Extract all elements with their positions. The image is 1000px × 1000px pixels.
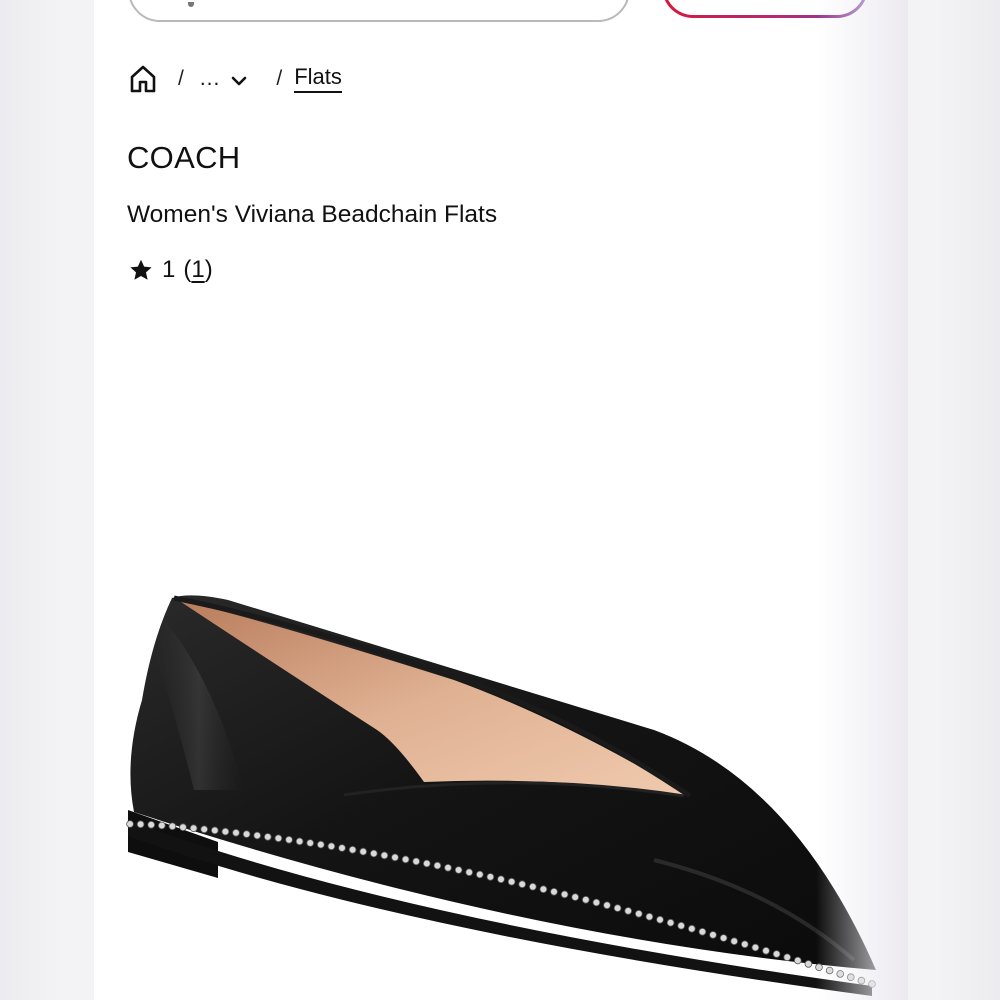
bead-chain-detail xyxy=(571,893,580,901)
breadcrumb-collapsed-menu[interactable]: ... xyxy=(200,67,249,91)
bead-chain-detail xyxy=(158,821,166,830)
bead-chain-detail xyxy=(528,882,537,891)
bead-chain-detail xyxy=(465,868,474,877)
bead-chain-detail xyxy=(475,870,484,879)
bead-chain-detail xyxy=(285,835,293,844)
bead-chain-detail xyxy=(740,940,749,949)
bead-chain-detail xyxy=(232,828,240,837)
product-title: Women's Viviana Beadchain Flats xyxy=(127,201,498,228)
bead-chain-detail xyxy=(719,934,728,942)
bead-chain-detail xyxy=(327,842,336,851)
bead-chain-detail xyxy=(317,840,325,849)
bead-chain-detail xyxy=(147,820,155,829)
review-count-link[interactable]: (1) xyxy=(183,256,212,284)
breadcrumb-separator: / xyxy=(276,67,283,90)
review-count: 1 xyxy=(191,256,205,283)
bead-chain-detail xyxy=(242,830,251,838)
breadcrumb-separator: / xyxy=(178,67,184,90)
bead-chain-detail xyxy=(338,844,346,852)
bead-chain-detail xyxy=(348,845,357,854)
home-icon[interactable] xyxy=(128,64,158,94)
bead-chain-detail xyxy=(253,831,262,840)
bead-chain-detail xyxy=(613,904,622,912)
product-image[interactable] xyxy=(94,560,908,1000)
product-page: / ... / Flats COACH Women's Viviana Bead… xyxy=(94,0,908,1000)
search-input[interactable] xyxy=(128,0,630,22)
rating-summary[interactable]: 1 (1) xyxy=(128,256,213,284)
bead-chain-detail xyxy=(401,855,410,864)
bead-chain-detail xyxy=(677,921,685,930)
bead-chain-detail xyxy=(783,953,791,962)
bead-chain-detail xyxy=(359,847,368,856)
bead-chain-detail xyxy=(560,890,569,899)
bead-chain-detail xyxy=(126,820,134,828)
bead-chain-detail xyxy=(645,912,654,921)
bead-chain-detail xyxy=(412,857,421,866)
bead-chain-detail xyxy=(581,895,590,904)
bead-chain-detail xyxy=(136,820,145,829)
bead-chain-detail xyxy=(454,866,463,874)
bead-chain-detail xyxy=(804,960,813,968)
bead-chain-detail xyxy=(295,837,304,846)
bead-chain-detail xyxy=(444,863,452,872)
bead-chain-detail xyxy=(306,839,315,847)
bead-chain-detail xyxy=(422,859,431,868)
bead-chain-detail xyxy=(507,877,516,886)
bead-chain-detail xyxy=(264,833,272,841)
bead-chain-detail xyxy=(592,898,601,907)
bead-chain-detail xyxy=(380,851,389,860)
bead-chain-detail xyxy=(391,853,399,862)
bead-chain-detail xyxy=(274,834,283,843)
background-shade xyxy=(816,0,908,1000)
bead-chain-detail xyxy=(793,956,802,965)
bead-chain-detail xyxy=(687,924,696,933)
bead-chain-detail xyxy=(486,873,495,881)
bead-chain-detail xyxy=(497,875,505,884)
bead-chain-detail xyxy=(751,943,760,952)
bead-chain-detail xyxy=(656,915,664,924)
brand-name[interactable]: COACH xyxy=(127,140,240,176)
bead-chain-detail xyxy=(221,827,230,836)
bead-chain-detail xyxy=(762,946,770,955)
bead-chain-detail xyxy=(634,909,643,918)
bead-chain-detail xyxy=(624,907,632,915)
bead-chain-detail xyxy=(539,885,548,894)
bead-chain-detail xyxy=(518,880,527,889)
bead-chain-detail xyxy=(709,931,717,939)
bead-chain-detail xyxy=(189,824,198,833)
bead-chain-detail xyxy=(200,825,208,834)
bead-chain-detail xyxy=(698,927,707,936)
bead-chain-detail xyxy=(666,918,675,927)
review-close-paren: ) xyxy=(204,256,213,283)
bead-chain-detail xyxy=(550,887,558,896)
search-icon xyxy=(188,2,194,7)
rating-value: 1 xyxy=(162,256,176,283)
chevron-down-icon xyxy=(230,70,248,88)
bead-chain-detail xyxy=(211,826,219,835)
bead-chain-detail xyxy=(168,822,177,831)
bead-chain-detail xyxy=(772,950,781,958)
bead-chain-detail xyxy=(730,937,738,946)
bead-chain-detail xyxy=(369,849,378,858)
breadcrumb-ellipsis: ... xyxy=(199,67,221,90)
bead-chain-detail xyxy=(603,901,611,910)
breadcrumb: / ... / Flats xyxy=(128,62,342,96)
breadcrumb-current-flats[interactable]: Flats xyxy=(294,65,342,93)
star-icon xyxy=(128,257,154,283)
bead-chain-detail xyxy=(433,861,442,870)
bead-chain-detail xyxy=(179,823,187,832)
